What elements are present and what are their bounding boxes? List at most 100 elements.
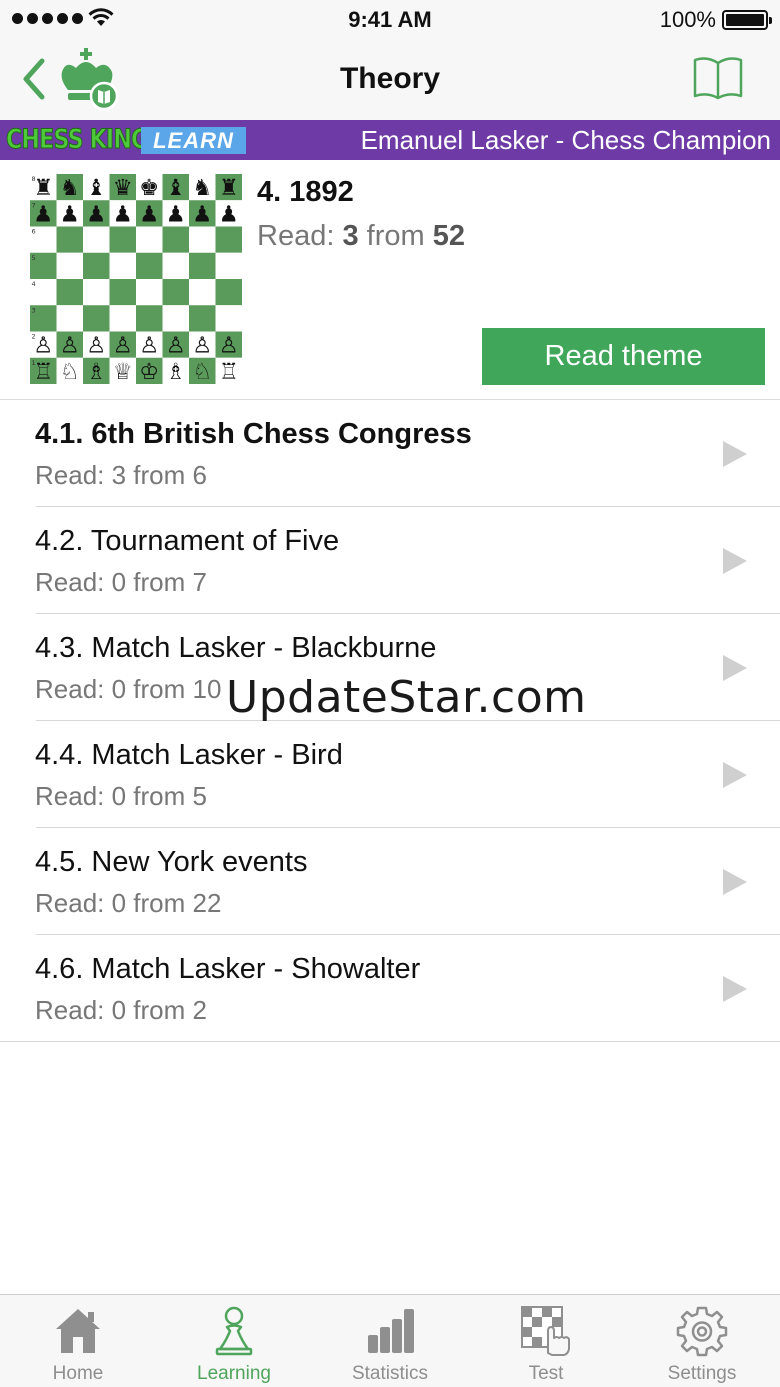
chess-piece: ♚ <box>139 175 159 201</box>
board-square <box>109 252 136 279</box>
rank-label: 8 <box>32 175 36 183</box>
play-arrow-icon <box>723 976 747 1002</box>
board-square <box>83 279 110 306</box>
chess-piece: ♙ <box>166 333 186 359</box>
theme-read-count: 3 <box>342 220 359 252</box>
chess-piece: ♕ <box>113 359 133 384</box>
chess-piece: ♖ <box>219 359 239 384</box>
board-square <box>136 226 163 253</box>
chess-piece: ♖ <box>33 359 53 384</box>
chess-piece: ♟ <box>86 201 106 227</box>
chess-piece: ♔ <box>139 359 159 384</box>
home-icon <box>56 1309 100 1353</box>
chapter-title: 4.5. New York events <box>35 846 308 878</box>
rank-label: 1 <box>32 359 36 367</box>
chess-piece: ♗ <box>86 359 106 384</box>
chess-piece: ♙ <box>60 333 80 359</box>
tab-label: Test <box>528 1363 564 1384</box>
battery-icon <box>722 10 772 30</box>
tab-label: Learning <box>197 1363 271 1384</box>
chapter-row[interactable]: 4.2. Tournament of Five Read: 0 from 7 <box>0 507 780 614</box>
rank-label: 2 <box>32 333 36 341</box>
chess-piece: ♛ <box>113 175 133 201</box>
status-bar: 9:41 AM 100% <box>0 0 780 40</box>
course-title: Emanuel Lasker - Chess Champion <box>360 125 771 155</box>
board-square <box>136 305 163 332</box>
chess-piece: ♞ <box>192 175 212 201</box>
tab-learning[interactable]: Learning <box>156 1295 312 1387</box>
chess-piece: ♙ <box>219 333 239 359</box>
chess-piece: ♞ <box>60 175 80 201</box>
tab-bar: Home Learning Statistics Test Settings <box>0 1294 780 1387</box>
chess-piece: ♙ <box>139 333 159 359</box>
tab-statistics[interactable]: Statistics <box>312 1295 468 1387</box>
board-square <box>215 279 242 306</box>
board-square <box>56 252 83 279</box>
chess-piece: ♘ <box>192 359 212 384</box>
book-icon[interactable] <box>692 54 744 102</box>
battery-percentage: 100% <box>659 7 716 32</box>
chapter-row[interactable]: 4.1. 6th British Chess Congress Read: 3 f… <box>0 400 780 507</box>
board-square <box>189 252 216 279</box>
chapter-title: 4.3. Match Lasker - Blackburne <box>35 632 437 664</box>
theme-header: ♜ ♞ ♝ ♛ ♚ ♝ ♞ ♜ 8 ♟ ♟ ♟ ♟ ♟ ♟ ♟ ♟ 7 6 5 4 3 ♙ ♙ ♙ ♙ ♙ ♙ ♙ ♙ 2 ♖ ♘ ♗ ♕ ♔ ♗ ♘ ♖ 1… <box>0 160 780 400</box>
chess-king-logo <box>61 48 119 110</box>
board-square <box>162 252 189 279</box>
tab-settings[interactable]: Settings <box>624 1295 780 1387</box>
tab-label: Statistics <box>351 1363 429 1384</box>
chess-piece: ♜ <box>33 175 53 201</box>
board-square <box>162 279 189 306</box>
board-square <box>56 279 83 306</box>
chessboard-thumbnail: ♜ ♞ ♝ ♛ ♚ ♝ ♞ ♜8♟ ♟ ♟ ♟ ♟ ♟ ♟ ♟76543♙ ♙ ♙ ♙ ♙ ♙ ♙ ♙2♖ ♘ ♗ ♕ ♔ ♗ ♘ ♖1 <box>30 174 242 384</box>
chapter-row[interactable]: 4.6. Match Lasker - Showalter Read: 0 fro… <box>0 935 780 1042</box>
board-square <box>189 279 216 306</box>
chapter-progress: Read: 0 from 22 <box>35 888 222 918</box>
tab-label: Home <box>52 1363 104 1384</box>
chapter-row[interactable]: 4.5. New York events Read: 0 from 22 <box>0 828 780 935</box>
rank-label: 6 <box>32 228 36 236</box>
chapter-title: 4.6. Match Lasker - Showalter <box>35 953 421 985</box>
bar-chart-icon <box>368 1309 414 1353</box>
rank-label: 5 <box>32 254 36 262</box>
chess-piece: ♟ <box>139 201 159 227</box>
chapter-row[interactable]: 4.4. Match Lasker - Bird Read: 0 from 5 <box>0 721 780 828</box>
board-square <box>162 305 189 332</box>
chess-piece: ♟ <box>219 201 239 227</box>
tab-test[interactable]: Test <box>468 1295 624 1387</box>
read-theme-button[interactable]: Read theme <box>482 328 765 385</box>
tab-label: Settings <box>667 1363 737 1384</box>
course-banner: CHESS KING LEARN Emanuel Lasker - Chess … <box>0 120 780 160</box>
pawn-icon <box>215 1306 253 1356</box>
board-square <box>56 305 83 332</box>
brand-learn-badge: LEARN <box>141 127 246 154</box>
board-square <box>162 226 189 253</box>
chapter-title: 4.4. Match Lasker - Bird <box>35 739 343 771</box>
chess-piece: ♝ <box>166 175 186 201</box>
board-square <box>56 226 83 253</box>
board-square <box>189 226 216 253</box>
chapter-progress: Read: 0 from 7 <box>35 567 207 597</box>
board-square <box>83 305 110 332</box>
chess-piece: ♙ <box>33 333 53 359</box>
chevron-left-icon[interactable] <box>20 58 50 100</box>
board-square <box>136 279 163 306</box>
chapter-progress: Read: 0 from 10 <box>35 674 222 704</box>
play-arrow-icon <box>723 762 747 788</box>
chess-piece: ♙ <box>192 333 212 359</box>
theme-progress-mid: from <box>358 220 433 252</box>
rank-label: 3 <box>32 306 36 314</box>
chapter-title: 4.1. 6th British Chess Congress <box>35 418 472 450</box>
brand-chess-king: CHESS KING <box>6 124 150 156</box>
board-square <box>136 252 163 279</box>
chessboard-tap-icon <box>521 1306 570 1356</box>
gear-icon <box>676 1306 728 1357</box>
chapter-progress: Read: 0 from 2 <box>35 995 207 1025</box>
chess-piece: ♙ <box>113 333 133 359</box>
board-square <box>109 226 136 253</box>
tab-home[interactable]: Home <box>0 1295 156 1387</box>
theme-progress: Read: 3 from 52 <box>257 220 465 253</box>
board-square <box>189 305 216 332</box>
chess-piece: ♟ <box>113 201 133 227</box>
chapter-progress: Read: 0 from 5 <box>35 781 207 811</box>
chess-piece: ♝ <box>86 175 106 201</box>
